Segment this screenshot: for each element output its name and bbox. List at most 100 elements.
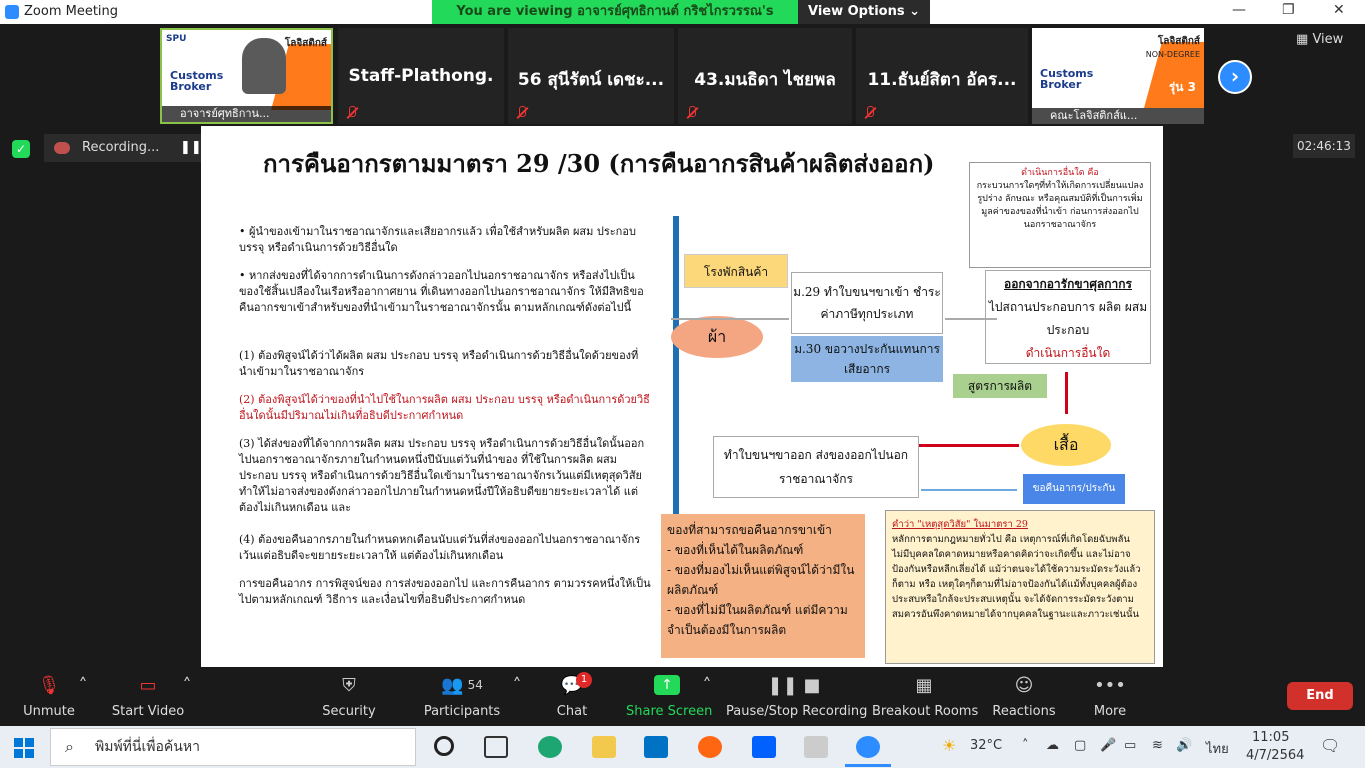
shield-icon: ⛨ (342, 674, 356, 696)
taskbar-search-input[interactable]: ⌕ พิมพ์ที่นี่เพื่อค้นหา (50, 728, 416, 766)
participant-tile-video[interactable]: โลจิสติกส์ NON-DEGREE Customs Broker รุ่น… (1032, 28, 1204, 124)
slide-item-5: การขอคืนอากร การพิสูจน์ของ การส่งของออกไ… (239, 577, 651, 606)
participant-name: 56 สุนีรัตน์ เดชะ... (517, 70, 665, 90)
shirt-oval: เสื้อ (1021, 424, 1111, 466)
shared-screen-slide: การคืนอากรตามมาตรา 29 /30 (การคืนอากรสิน… (201, 126, 1163, 667)
mic-muted-icon (686, 106, 698, 120)
dropbox-icon[interactable] (752, 736, 776, 758)
participant-name: 43.มนธิดา ไชยพล (694, 70, 836, 90)
battery-icon[interactable]: ▭ (1124, 738, 1136, 753)
poster-title: โลจิสติกส์ (284, 38, 327, 49)
start-video-label: Start Video (111, 704, 185, 719)
slide-bullet-2: • หากส่งของที่ได้จากการดำเนินการดังกล่าว… (239, 269, 644, 314)
cortana-icon[interactable] (434, 736, 454, 756)
share-screen-button[interactable]: ↑ Share Screen (626, 670, 713, 726)
participant-tile[interactable]: 11.ธันย์สิตา อัคร... (856, 28, 1028, 124)
next-page-button[interactable]: › (1218, 60, 1252, 94)
weather-icon[interactable]: ☀ (942, 736, 956, 755)
input-language[interactable]: ไทย (1206, 738, 1229, 759)
slide-title: การคืนอากรตามมาตรา 29 /30 (การคืนอากรสิน… (263, 149, 935, 178)
presenter-face (242, 38, 286, 94)
slide-text: หากส่งของที่ได้จากการดำเนินการดังกล่าวออ… (239, 269, 644, 314)
refundable-item: - ของที่ไม่มีในผลิตภัณฑ์ แต่มีความจำเป็น… (667, 603, 848, 637)
notification-icon[interactable]: 🗨 (1320, 736, 1340, 755)
end-meeting-button[interactable]: End (1287, 682, 1353, 710)
shield-check-icon[interactable]: ✓ (12, 140, 30, 158)
breakout-grid-icon: ▦ (915, 674, 933, 696)
unmute-button[interactable]: 🎙 Unmute (18, 670, 80, 726)
participants-button[interactable]: 👥 54 Participants (420, 670, 504, 726)
meet-now-icon[interactable]: ▢ (1074, 738, 1086, 753)
amazon-icon[interactable] (804, 736, 828, 758)
reactions-label: Reactions (992, 704, 1056, 719)
security-button[interactable]: ⛨ Security (318, 670, 380, 726)
breakout-rooms-button[interactable]: ▦ Breakout Rooms (872, 670, 979, 726)
participant-tile[interactable]: 43.มนธิดา ไชยพล (678, 28, 852, 124)
mic-tray-icon[interactable]: 🎤 (1100, 738, 1116, 753)
participant-tile-presenter[interactable]: SPU โลจิสติกส์ Customs Broker อาจารย์ศุทธ… (160, 28, 333, 124)
pause-stop-recording-button[interactable]: ❚❚ ■ Pause/Stop Recording (726, 670, 868, 726)
pause-recording-icon[interactable]: ❚❚ (180, 134, 202, 162)
windows-start-icon[interactable] (14, 738, 34, 758)
participant-tile[interactable]: 56 สุนีรัตน์ เดชะ... (508, 28, 674, 124)
share-arrow-icon: ↑ (626, 670, 708, 700)
view-label: View (1312, 32, 1344, 47)
search-icon: ⌕ (65, 737, 74, 756)
pause-label: Pause/Stop Recording (726, 704, 868, 719)
cloud-icon[interactable]: ☁ (1046, 738, 1059, 753)
maximize-icon[interactable]: ❐ (1282, 2, 1295, 18)
close-icon[interactable]: ✕ (1333, 2, 1345, 18)
bonded-box: ออกจากอารักขาศุลกากร ไปสถานประกอบการ ผลิ… (985, 270, 1151, 364)
participant-tile[interactable]: Staff-Plathong. (338, 28, 504, 124)
search-placeholder: พิมพ์ที่นี่เพื่อค้นหา (95, 739, 200, 755)
more-button[interactable]: ••• More (1086, 670, 1134, 726)
refundable-box: ของที่สามารถขอคืนอากรขาเข้า - ของที่เห็น… (661, 514, 865, 658)
reactions-button[interactable]: ☺ Reactions (992, 670, 1056, 726)
caret-up-icon: ˄ (512, 674, 522, 696)
participants-count: 54 (467, 678, 483, 692)
more-dots-icon: ••• (1094, 674, 1126, 696)
start-video-button[interactable]: ▭ Start Video (110, 670, 186, 726)
file-explorer-icon[interactable] (592, 736, 616, 758)
caret-up-icon: ˄ (182, 674, 192, 696)
share-options-caret[interactable]: ˄ (700, 670, 714, 726)
mic-muted-icon (516, 106, 528, 120)
temperature: 32°C (970, 738, 1003, 753)
edge-icon[interactable] (538, 736, 562, 758)
windows-taskbar: ⌕ พิมพ์ที่นี่เพื่อค้นหา ☀ 32°C ˄ ☁ ▢ 🎤 ▭ … (0, 726, 1365, 768)
video-options-caret[interactable]: ˄ (180, 670, 194, 726)
clock-date[interactable]: 4/7/2564 (1246, 748, 1304, 763)
task-view-icon[interactable] (484, 736, 508, 758)
mail-icon[interactable] (644, 736, 668, 758)
minimize-icon[interactable]: — (1232, 2, 1246, 18)
slide-bullet-1: • ผู้นำของเข้ามาในราชอาณาจักรและเสียอากร… (239, 225, 636, 254)
tray-chevron-icon[interactable]: ˄ (1022, 738, 1029, 753)
poster-line2: Broker (1040, 78, 1082, 91)
chat-badge: 1 (576, 672, 592, 688)
smiley-icon: ☺ (1014, 674, 1034, 696)
poster-nondegree: NON-DEGREE (1145, 50, 1200, 59)
breakout-label: Breakout Rooms (872, 704, 979, 719)
audio-options-caret[interactable]: ˄ (76, 670, 90, 726)
m29-box: ม.29 ทำใบขนฯขาเข้า ชำระค่าภาษีทุกประเภท (791, 272, 943, 334)
participant-name: Staff-Plathong. (348, 66, 494, 86)
wifi-icon[interactable]: ≋ (1152, 738, 1163, 753)
volume-icon[interactable]: 🔊 (1176, 738, 1192, 753)
warehouse-box: โรงพักสินค้า (684, 254, 788, 288)
share-label: Share Screen (626, 704, 713, 719)
view-button[interactable]: ▦ View (1296, 32, 1343, 47)
view-options-button[interactable]: View Options ⌄ (798, 0, 930, 24)
participant-name: คณะโลจิสติกส์แ... (1032, 108, 1204, 124)
zoom-taskbar-icon[interactable] (856, 736, 880, 758)
mic-muted-icon: 🎙 (37, 674, 61, 696)
participants-options-caret[interactable]: ˄ (510, 670, 524, 726)
poster-customs: Customs Broker (1040, 68, 1093, 90)
slide-text: ผู้นำของเข้ามาในราชอาณาจักรและเสียอากรแล… (239, 225, 636, 254)
caret-up-icon: ˄ (78, 674, 88, 696)
clock-time[interactable]: 11:05 (1252, 730, 1289, 745)
firefox-icon[interactable] (698, 736, 722, 758)
formula-box: สูตรการผลิต (953, 374, 1047, 398)
grid-icon: ▦ (1296, 32, 1309, 47)
chat-button[interactable]: 💬 1 Chat (548, 670, 596, 726)
video-off-icon: ▭ (139, 674, 157, 696)
